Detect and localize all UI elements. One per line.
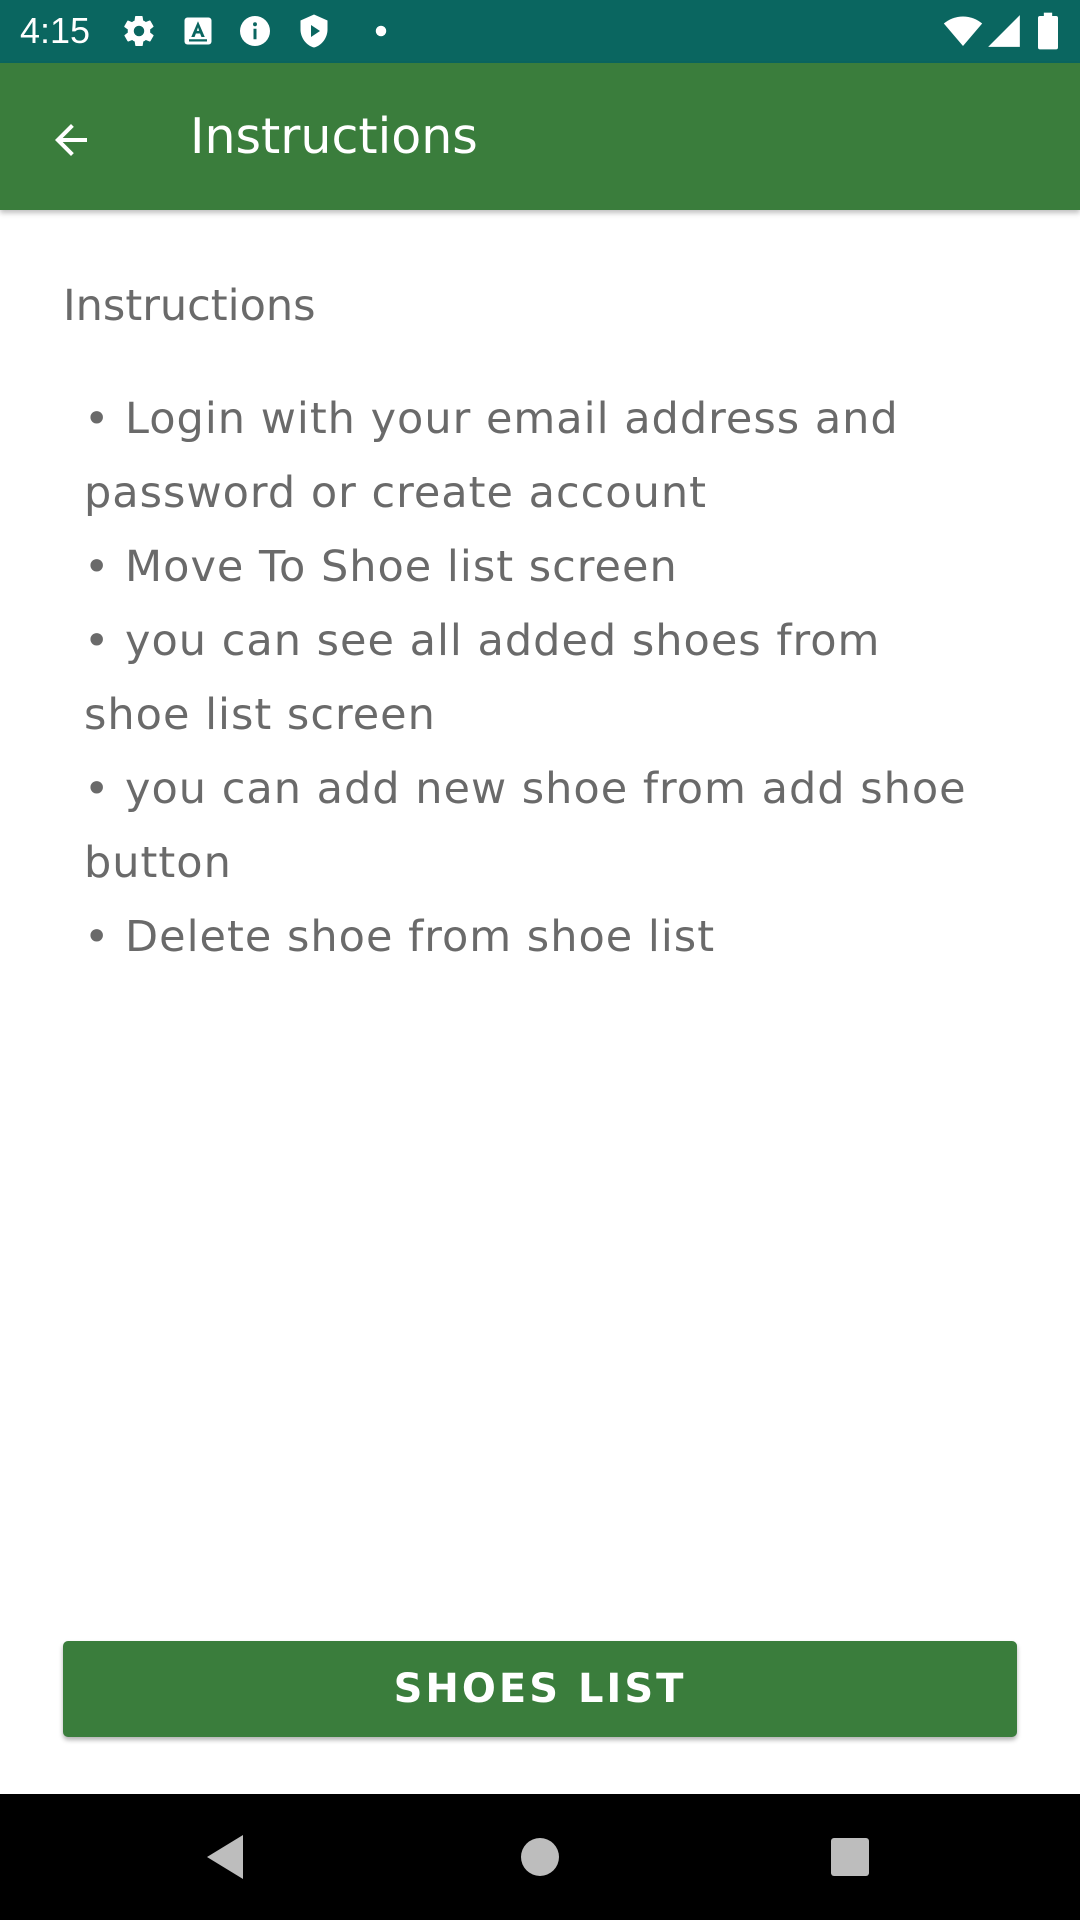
section-heading: Instructions [63, 281, 316, 331]
screen: 4:15 Instructions Instructions • Login w… [0, 0, 1080, 1920]
info-icon [237, 13, 273, 49]
status-time: 4:15 [20, 10, 91, 51]
wifi-icon [943, 11, 983, 51]
gear-icon [121, 13, 157, 49]
recents-square-icon [830, 1837, 870, 1877]
status-bar: 4:15 [0, 0, 1080, 63]
instructions-content: Instructions • Login with your email add… [0, 210, 1080, 1794]
nav-recents-button[interactable] [820, 1827, 880, 1887]
nav-back-button[interactable] [195, 1827, 255, 1887]
arrow-back-icon [47, 116, 95, 164]
app-bar: Instructions [0, 63, 1080, 210]
page-title: Instructions [190, 108, 478, 165]
battery-icon [1034, 11, 1062, 51]
shoes-list-button[interactable]: SHOES LIST [63, 1641, 1017, 1737]
home-circle-icon [520, 1837, 560, 1877]
keyboard-a-icon [180, 13, 216, 49]
nav-home-button[interactable] [510, 1827, 570, 1887]
signal-icon [985, 12, 1023, 50]
system-nav-bar [0, 1794, 1080, 1920]
back-triangle-icon [203, 1833, 247, 1881]
shield-play-icon [296, 13, 332, 49]
dot-icon [354, 13, 390, 49]
instructions-text: • Login with your email address and pass… [84, 394, 967, 962]
back-button[interactable] [30, 99, 112, 181]
